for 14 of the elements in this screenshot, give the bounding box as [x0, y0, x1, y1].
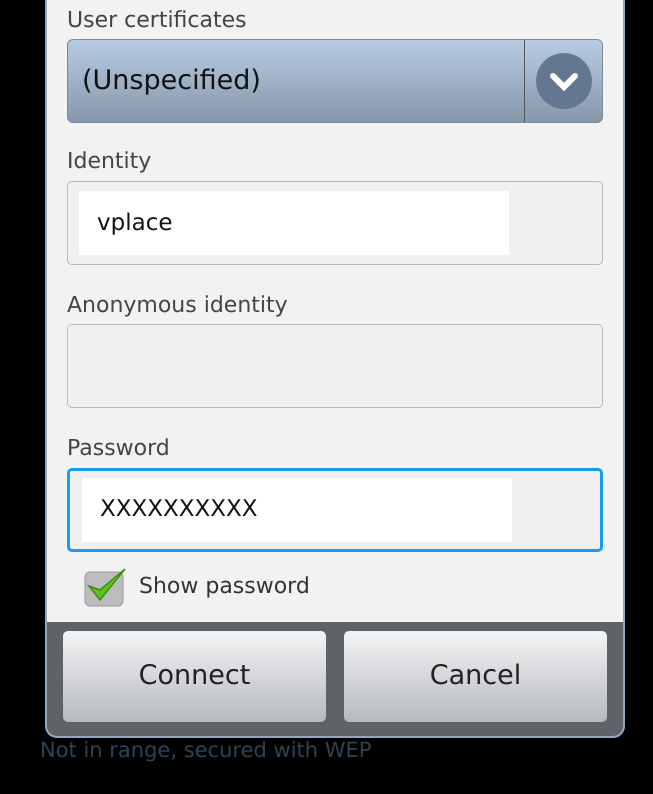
- show-password-checkbox[interactable]: [83, 566, 127, 608]
- text-field[interactable]: [67, 324, 603, 408]
- dialog-button[interactable]: Connect: [63, 630, 326, 722]
- field-label: Anonymous identity: [67, 292, 289, 320]
- field-label: Password: [67, 436, 171, 463]
- checkbox-label: Show password: [139, 573, 310, 602]
- network-status-text: Not in range, secured with WEP: [39, 738, 372, 763]
- field-label: Identity: [67, 149, 152, 176]
- text-field[interactable]: vplace: [67, 180, 603, 265]
- text-field[interactable]: XXXXXXXXXX: [67, 468, 603, 552]
- certificate-dropdown[interactable]: (Unspecified): [67, 39, 603, 124]
- field-label: User certificates: [67, 8, 248, 34]
- dialog-button[interactable]: Cancel: [344, 630, 607, 722]
- chevron-down-icon: [534, 52, 592, 110]
